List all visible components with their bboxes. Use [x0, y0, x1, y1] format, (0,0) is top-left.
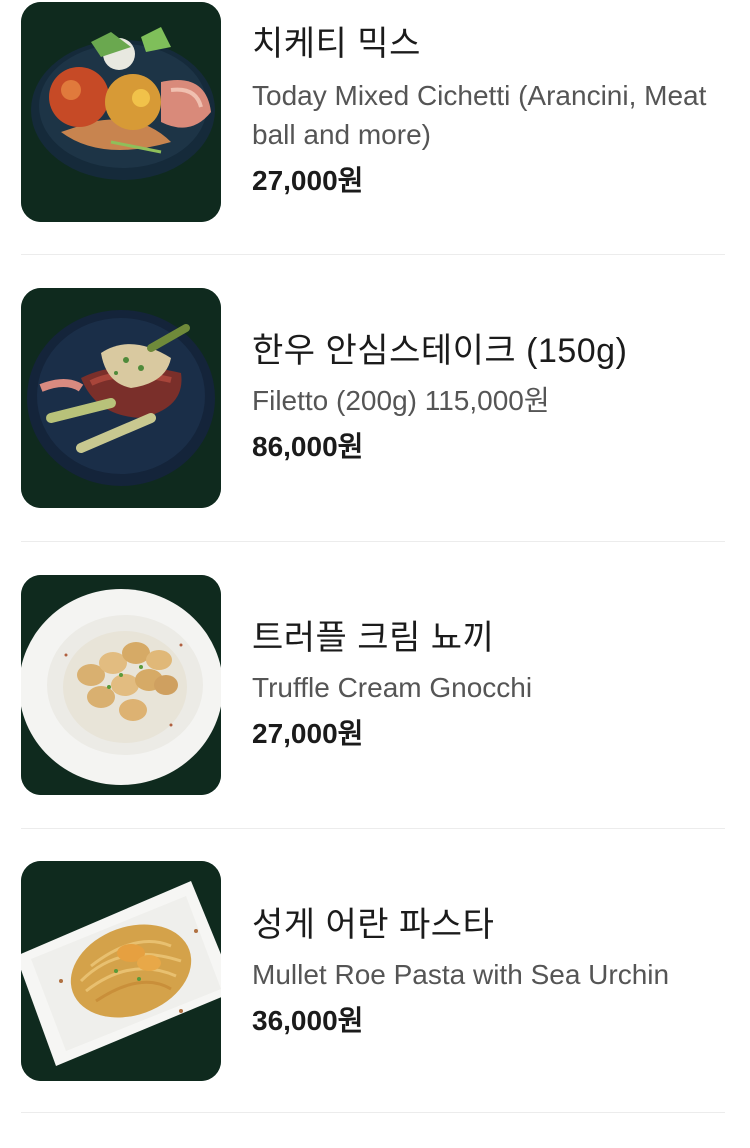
- menu-item-gnocchi[interactable]: 트러플 크림 뇨끼 Truffle Cream Gnocchi 27,000원: [0, 574, 750, 861]
- steak-photo[interactable]: [21, 288, 221, 508]
- menu-list: 치케티 믹스 Today Mixed Cichetti (Arancini, M…: [0, 0, 750, 1116]
- menu-item-steak[interactable]: 한우 안심스테이크 (150g) Filetto (200g) 115,000원…: [0, 287, 750, 574]
- menu-item-pasta[interactable]: 성게 어란 파스타 Mullet Roe Pasta with Sea Urch…: [0, 861, 750, 1148]
- divider: [21, 541, 725, 542]
- menu-item-name: 트러플 크림 뇨끼: [252, 619, 495, 657]
- divider: [21, 1112, 725, 1113]
- menu-item-price: 27,000원: [252, 718, 364, 749]
- mixed-cichetti-photo[interactable]: [21, 2, 221, 222]
- divider: [21, 828, 725, 829]
- divider: [21, 254, 725, 255]
- menu-item-info: 성게 어란 파스타 Mullet Roe Pasta with Sea Urch…: [252, 905, 728, 1040]
- menu-item-price: 86,000원: [252, 431, 364, 462]
- menu-item-name: 치케티 믹스: [252, 25, 421, 63]
- gnocchi-photo[interactable]: [21, 575, 221, 795]
- menu-item-description: Truffle Cream Gnocchi: [252, 672, 533, 703]
- menu-item-info: 한우 안심스테이크 (150g) Filetto (200g) 115,000원…: [252, 331, 728, 466]
- menu-item-info: 치케티 믹스 Today Mixed Cichetti (Arancini, M…: [252, 24, 728, 200]
- pasta-photo[interactable]: [21, 861, 221, 1081]
- menu-item-price: 36,000원: [252, 1005, 364, 1036]
- menu-item-mixed-cichetti[interactable]: 치케티 믹스 Today Mixed Cichetti (Arancini, M…: [0, 0, 750, 287]
- menu-item-description: Filetto (200g) 115,000원: [252, 385, 550, 416]
- menu-item-price: 27,000원: [252, 165, 364, 196]
- menu-item-description: Mullet Roe Pasta with Sea Urchin: [252, 959, 670, 990]
- menu-item-name: 한우 안심스테이크 (150g): [252, 332, 628, 370]
- menu-item-name: 성게 어란 파스타: [252, 906, 495, 944]
- menu-item-description: Today Mixed Cichetti (Arancini, Meat bal…: [252, 80, 707, 150]
- menu-item-info: 트러플 크림 뇨끼 Truffle Cream Gnocchi 27,000원: [252, 618, 728, 753]
